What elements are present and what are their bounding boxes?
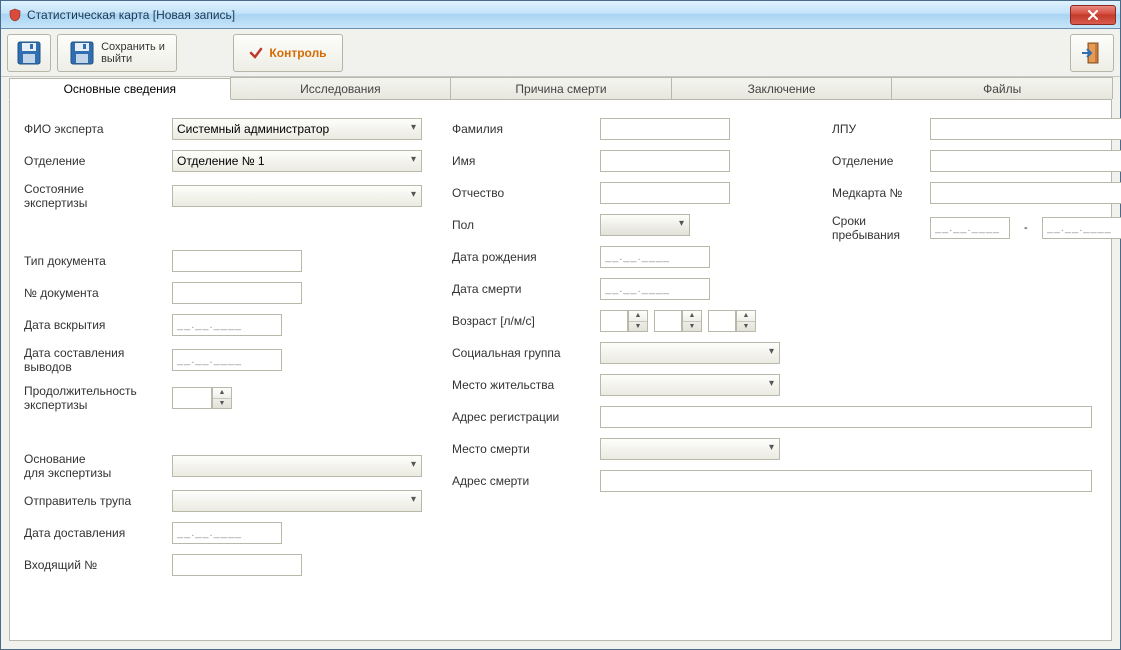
stay-to-input[interactable]	[1042, 217, 1121, 239]
age-months-spinner[interactable]: ▲▼	[682, 310, 702, 332]
conclusion-date-label: Дата составления выводов	[24, 346, 164, 374]
patronymic-input[interactable]	[600, 182, 730, 204]
tab-pane-main: ФИО эксперта Системный администратор Отд…	[9, 100, 1112, 641]
lastname-label: Фамилия	[452, 122, 592, 136]
window: Статистическая карта [Новая запись] Сохр…	[0, 0, 1121, 650]
status-combo[interactable]	[172, 185, 422, 207]
department-combo[interactable]: Отделение № 1	[172, 150, 422, 172]
sex-combo[interactable]	[600, 214, 690, 236]
col-left: ФИО эксперта Системный администратор Отд…	[24, 118, 422, 622]
basis-combo[interactable]	[172, 455, 422, 477]
sender-combo[interactable]	[172, 490, 422, 512]
firstname-input[interactable]	[600, 150, 730, 172]
sex-label: Пол	[452, 218, 592, 232]
door-exit-icon	[1079, 40, 1105, 66]
autopsy-date-label: Дата вскрытия	[24, 318, 164, 332]
duration-spinner[interactable]: ▲▼	[212, 387, 232, 409]
lpu-label: ЛПУ	[832, 122, 922, 136]
reg-addr-label: Адрес регистрации	[452, 410, 592, 424]
doc-type-input[interactable]	[172, 250, 302, 272]
autopsy-date-input[interactable]	[172, 314, 282, 336]
birth-date-input[interactable]	[600, 246, 710, 268]
tab-cause[interactable]: Причина смерти	[450, 77, 672, 99]
age-label: Возраст [л/м/с]	[452, 314, 592, 328]
residence-label: Место жительства	[452, 378, 592, 392]
right-dept-label: Отделение	[832, 154, 922, 168]
death-date-label: Дата смерти	[452, 282, 592, 296]
death-place-label: Место смерти	[452, 442, 592, 456]
col-mid: Фамилия Имя Отчество Пол Дата рождения	[452, 118, 802, 622]
stay-dash: -	[1024, 222, 1028, 234]
department-label: Отделение	[24, 154, 164, 168]
titlebar: Статистическая карта [Новая запись]	[1, 1, 1120, 29]
conclusion-date-input[interactable]	[172, 349, 282, 371]
delivery-date-label: Дата доставления	[24, 526, 164, 540]
firstname-label: Имя	[452, 154, 592, 168]
status-label: Состояние экспертизы	[24, 182, 164, 210]
toolbar: Сохранить и выйти Контроль	[1, 29, 1120, 77]
expert-label: ФИО эксперта	[24, 122, 164, 136]
medcard-label: Медкарта №	[832, 186, 922, 200]
exit-button[interactable]	[1070, 34, 1114, 72]
tab-research[interactable]: Исследования	[230, 77, 452, 99]
save-and-exit-button[interactable]: Сохранить и выйти	[57, 34, 177, 72]
death-place-combo[interactable]	[600, 438, 780, 460]
social-label: Социальная группа	[452, 346, 592, 360]
patronymic-label: Отчество	[452, 186, 592, 200]
tab-files[interactable]: Файлы	[891, 77, 1113, 99]
stay-label: Сроки пребывания	[832, 214, 922, 242]
lpu-input[interactable]	[930, 118, 1121, 140]
lastname-input[interactable]	[600, 118, 730, 140]
stay-from-input[interactable]	[930, 217, 1010, 239]
death-date-input[interactable]	[600, 278, 710, 300]
duration-input[interactable]	[172, 387, 212, 409]
age-months-input[interactable]	[654, 310, 682, 332]
doc-no-label: № документа	[24, 286, 164, 300]
save-button[interactable]	[7, 34, 51, 72]
birth-date-label: Дата рождения	[452, 250, 592, 264]
control-label: Контроль	[269, 46, 326, 60]
age-days-spinner[interactable]: ▲▼	[736, 310, 756, 332]
medcard-input[interactable]	[930, 182, 1121, 204]
delivery-date-input[interactable]	[172, 522, 282, 544]
floppy-icon	[69, 40, 95, 66]
close-button[interactable]	[1070, 5, 1116, 25]
floppy-icon	[16, 40, 42, 66]
sender-label: Отправитель трупа	[24, 494, 164, 508]
death-addr-label: Адрес смерти	[452, 474, 592, 488]
basis-label: Основание для экспертизы	[24, 452, 164, 480]
tabs: Основные сведения Исследования Причина с…	[9, 77, 1112, 100]
doc-type-label: Тип документа	[24, 254, 164, 268]
incoming-no-input[interactable]	[172, 554, 302, 576]
duration-label: Продолжительность экспертизы	[24, 384, 164, 412]
age-years-input[interactable]	[600, 310, 628, 332]
save-exit-label: Сохранить и выйти	[101, 41, 165, 65]
check-icon	[249, 46, 263, 60]
incoming-no-label: Входящий №	[24, 558, 164, 572]
doc-no-input[interactable]	[172, 282, 302, 304]
control-button[interactable]: Контроль	[233, 34, 343, 72]
age-years-spinner[interactable]: ▲▼	[628, 310, 648, 332]
residence-combo[interactable]	[600, 374, 780, 396]
app-icon	[7, 7, 23, 23]
tab-main[interactable]: Основные сведения	[9, 78, 231, 100]
age-days-input[interactable]	[708, 310, 736, 332]
content-pane: Основные сведения Исследования Причина с…	[1, 77, 1120, 649]
tab-conclusion[interactable]: Заключение	[671, 77, 893, 99]
right-dept-input[interactable]	[930, 150, 1121, 172]
window-title: Статистическая карта [Новая запись]	[27, 8, 1070, 22]
col-right: ЛПУ Отделение Медкарта № Сроки пребывани…	[832, 118, 1121, 622]
expert-combo[interactable]: Системный администратор	[172, 118, 422, 140]
social-combo[interactable]	[600, 342, 780, 364]
